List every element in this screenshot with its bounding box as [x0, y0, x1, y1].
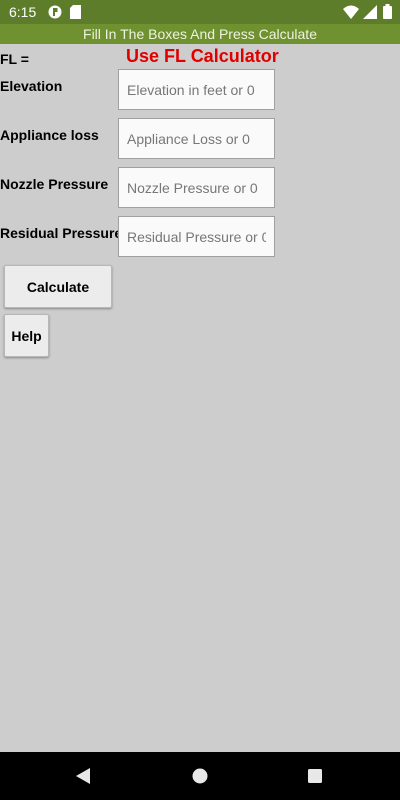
- battery-icon: [383, 4, 392, 24]
- calculate-button[interactable]: Calculate: [4, 265, 112, 308]
- residual-pressure-input[interactable]: [118, 216, 275, 257]
- headline: Use FL Calculator: [126, 46, 279, 66]
- nozzle-pressure-input[interactable]: [118, 167, 275, 208]
- fl-result-label: FL =: [0, 51, 29, 67]
- help-button[interactable]: Help: [4, 314, 49, 357]
- app-notification-icon: [48, 5, 62, 24]
- sd-card-icon: [70, 5, 81, 24]
- back-icon[interactable]: [74, 766, 92, 791]
- navigation-bar: [0, 752, 400, 800]
- elevation-input[interactable]: [118, 69, 275, 110]
- status-time: 6:15: [9, 4, 37, 20]
- residual-pressure-label: Residual Pressure: [0, 225, 123, 241]
- appliance-loss-input[interactable]: [118, 118, 275, 159]
- elevation-label: Elevation: [0, 78, 63, 94]
- title-bar: Fill In The Boxes And Press Calculate: [0, 24, 400, 44]
- status-bar: 6:15: [0, 0, 400, 24]
- recents-icon[interactable]: [306, 766, 324, 791]
- home-icon[interactable]: [191, 766, 209, 791]
- cellular-signal-icon: [363, 5, 377, 24]
- wifi-icon: [343, 5, 359, 24]
- nozzle-pressure-label: Nozzle Pressure: [0, 176, 109, 192]
- appliance-loss-label: Appliance loss: [0, 127, 99, 143]
